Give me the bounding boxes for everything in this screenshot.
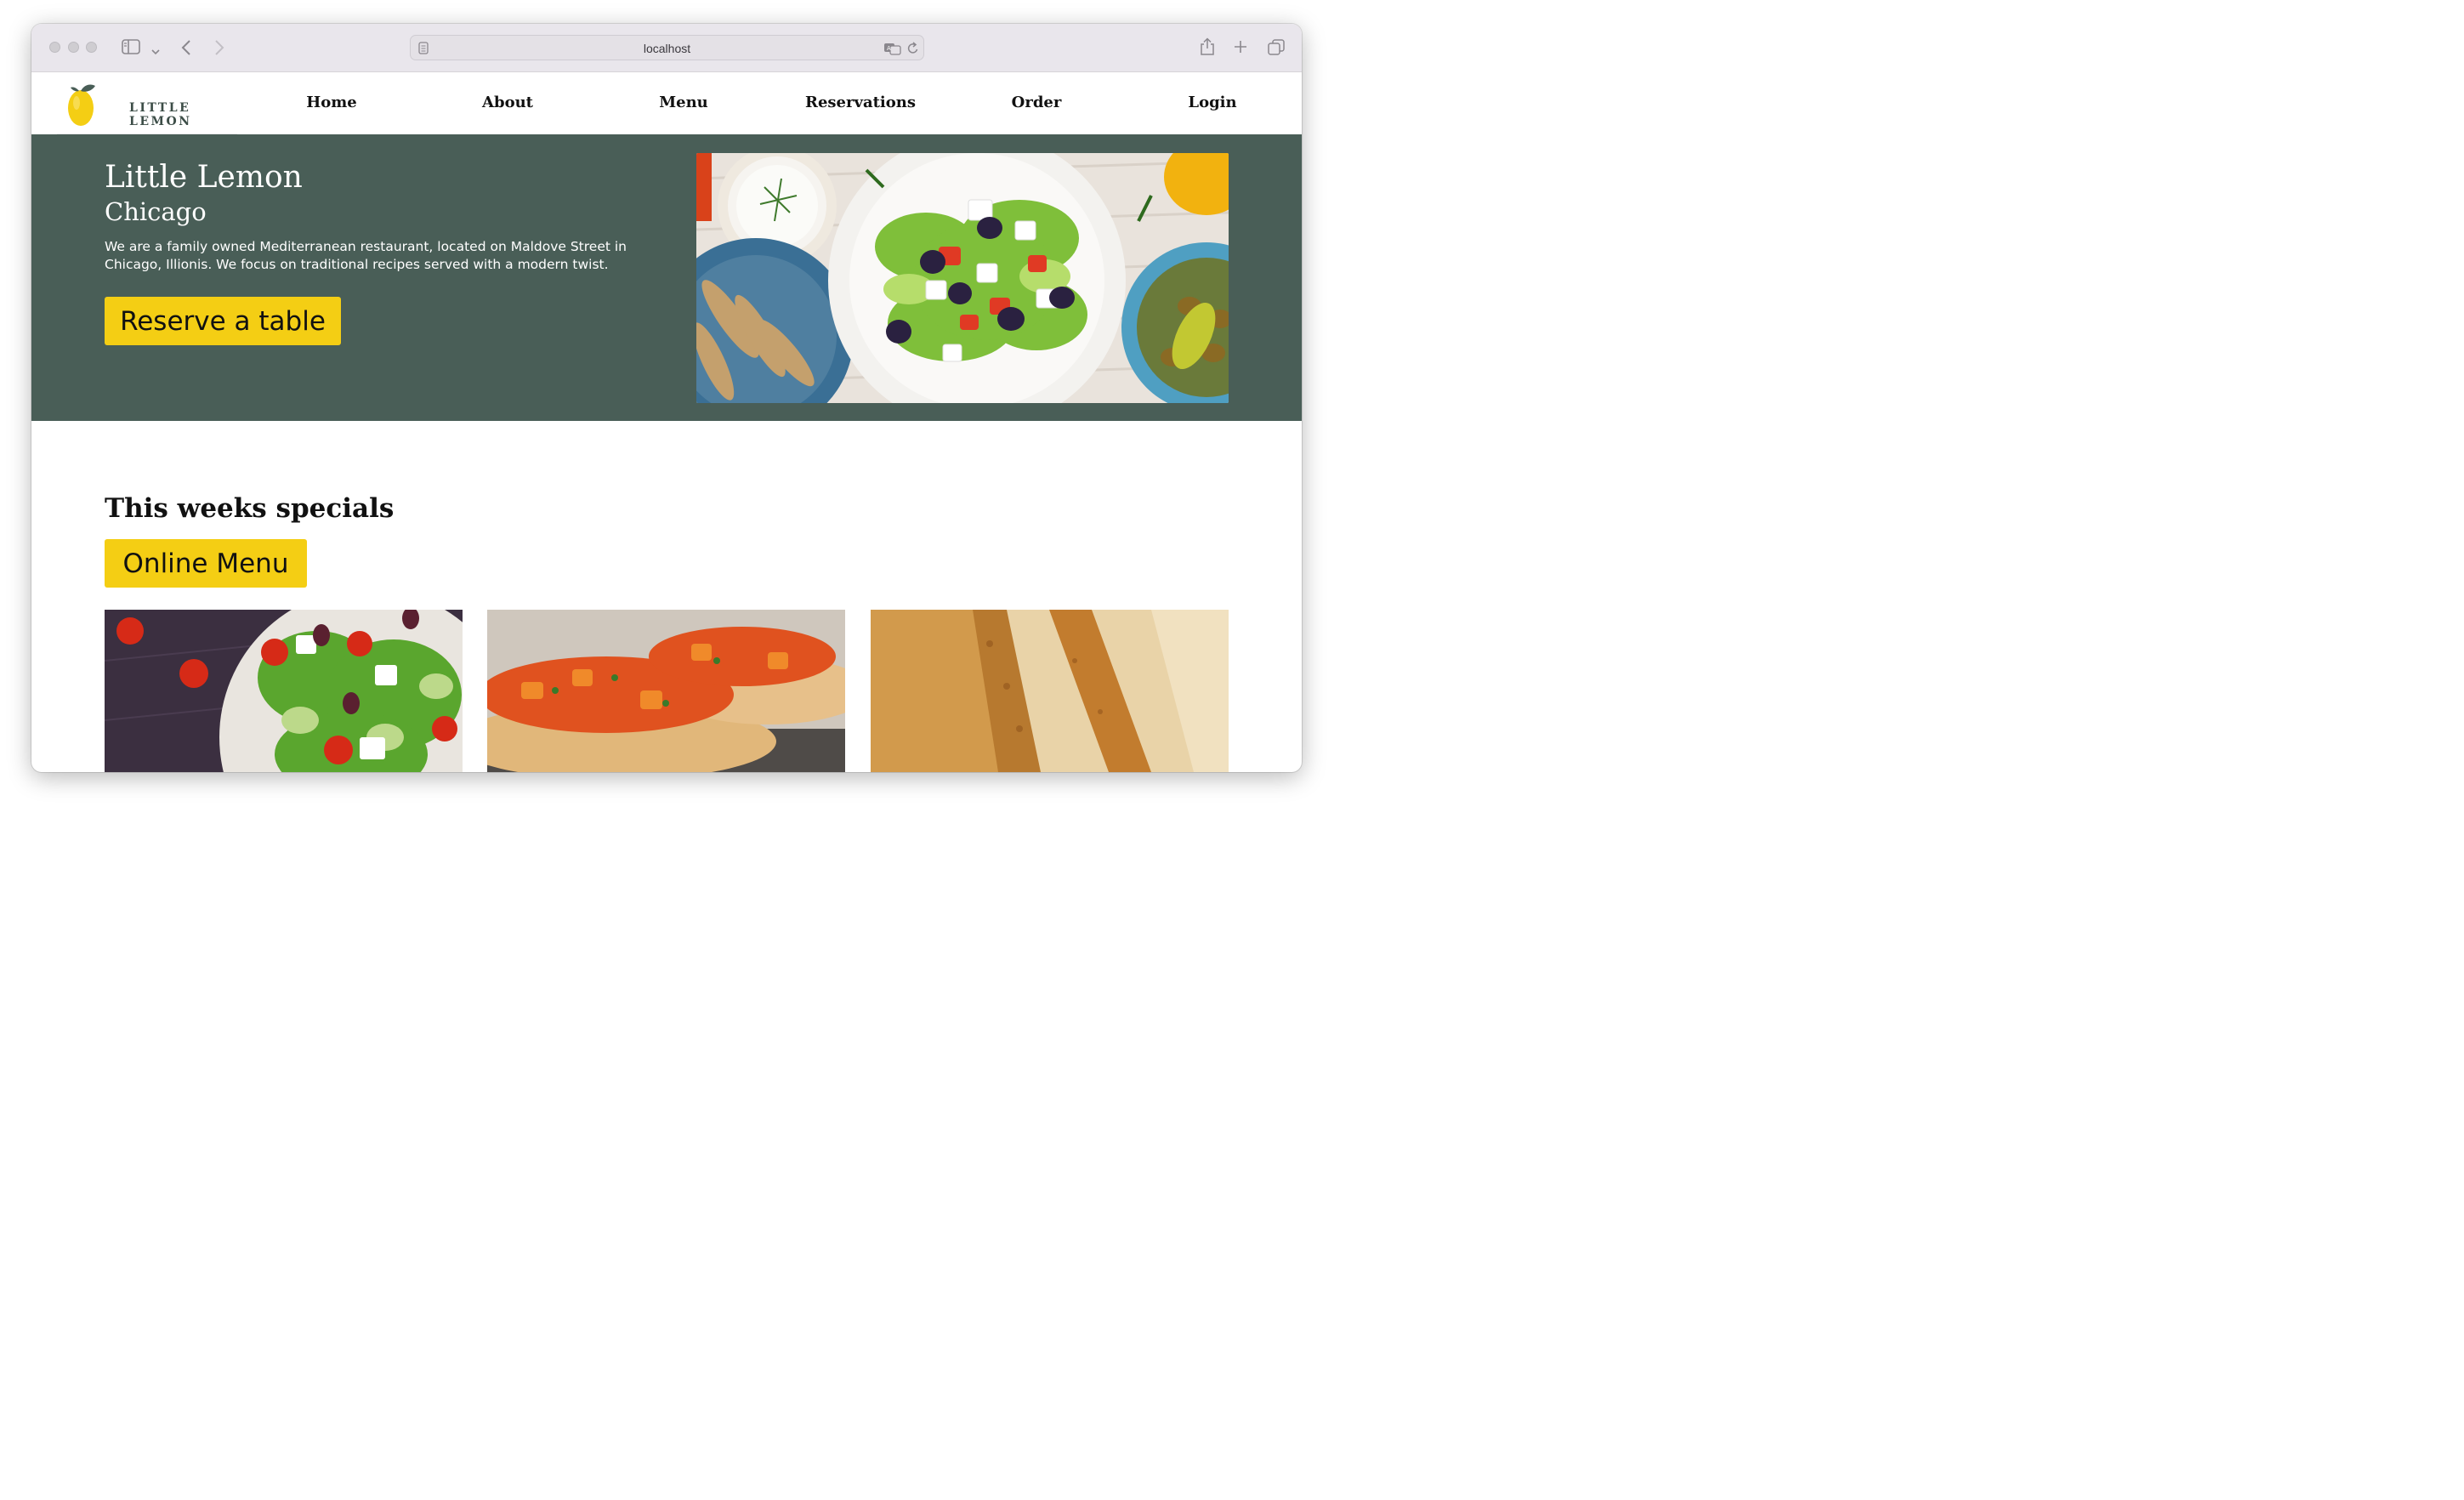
close-window-button[interactable]	[49, 42, 60, 53]
nav-reservations[interactable]: Reservations	[805, 94, 916, 111]
site-nav: LITTLE LEMON Home About Menu Reservation…	[31, 72, 1302, 135]
hero-description: We are a family owned Mediterranean rest…	[105, 239, 627, 272]
logo[interactable]: LITTLE LEMON	[57, 72, 237, 135]
new-tab-icon[interactable]	[1234, 40, 1247, 57]
forward-arrow-icon[interactable]	[214, 39, 224, 60]
hero-image	[696, 153, 1229, 403]
reload-icon[interactable]	[907, 42, 919, 59]
chevron-down-icon[interactable]	[151, 43, 160, 59]
nav-about[interactable]: About	[482, 94, 533, 111]
nav-home[interactable]: Home	[306, 94, 357, 111]
special-card-image-bruschetta[interactable]	[487, 610, 845, 772]
address-text[interactable]: localhost	[411, 42, 923, 55]
hero-section: Little Lemon Chicago We are a family own…	[31, 134, 1302, 421]
minimize-window-button[interactable]	[68, 42, 79, 53]
tabs-overview-icon[interactable]	[1268, 39, 1285, 60]
sidebar-icon[interactable]	[122, 39, 140, 58]
nav-order[interactable]: Order	[1012, 94, 1062, 111]
zoom-window-button[interactable]	[86, 42, 97, 53]
online-menu-button[interactable]: Online Menu	[105, 539, 307, 588]
svg-text:A: A	[887, 45, 891, 52]
share-icon[interactable]	[1200, 37, 1215, 60]
logo-text: LITTLE LEMON	[129, 101, 192, 128]
specials-title: This weeks specials	[105, 493, 395, 524]
address-bar[interactable]: localhost A	[410, 35, 924, 60]
browser-window: localhost A LITTLE LEMON Home About Menu…	[31, 24, 1302, 772]
nav-menu[interactable]: Menu	[659, 94, 708, 111]
back-arrow-icon[interactable]	[181, 39, 191, 60]
translate-icon[interactable]: A	[883, 42, 902, 59]
nav-login[interactable]: Login	[1188, 94, 1236, 111]
hero-title: Little Lemon	[105, 160, 303, 195]
special-card-image-salad[interactable]	[105, 610, 463, 772]
hero-subtitle: Chicago	[105, 197, 207, 226]
reserve-table-button[interactable]: Reserve a table	[105, 297, 341, 345]
special-card-image-dessert[interactable]	[871, 610, 1229, 772]
lemon-icon	[68, 84, 95, 126]
browser-toolbar: localhost A	[31, 24, 1302, 72]
